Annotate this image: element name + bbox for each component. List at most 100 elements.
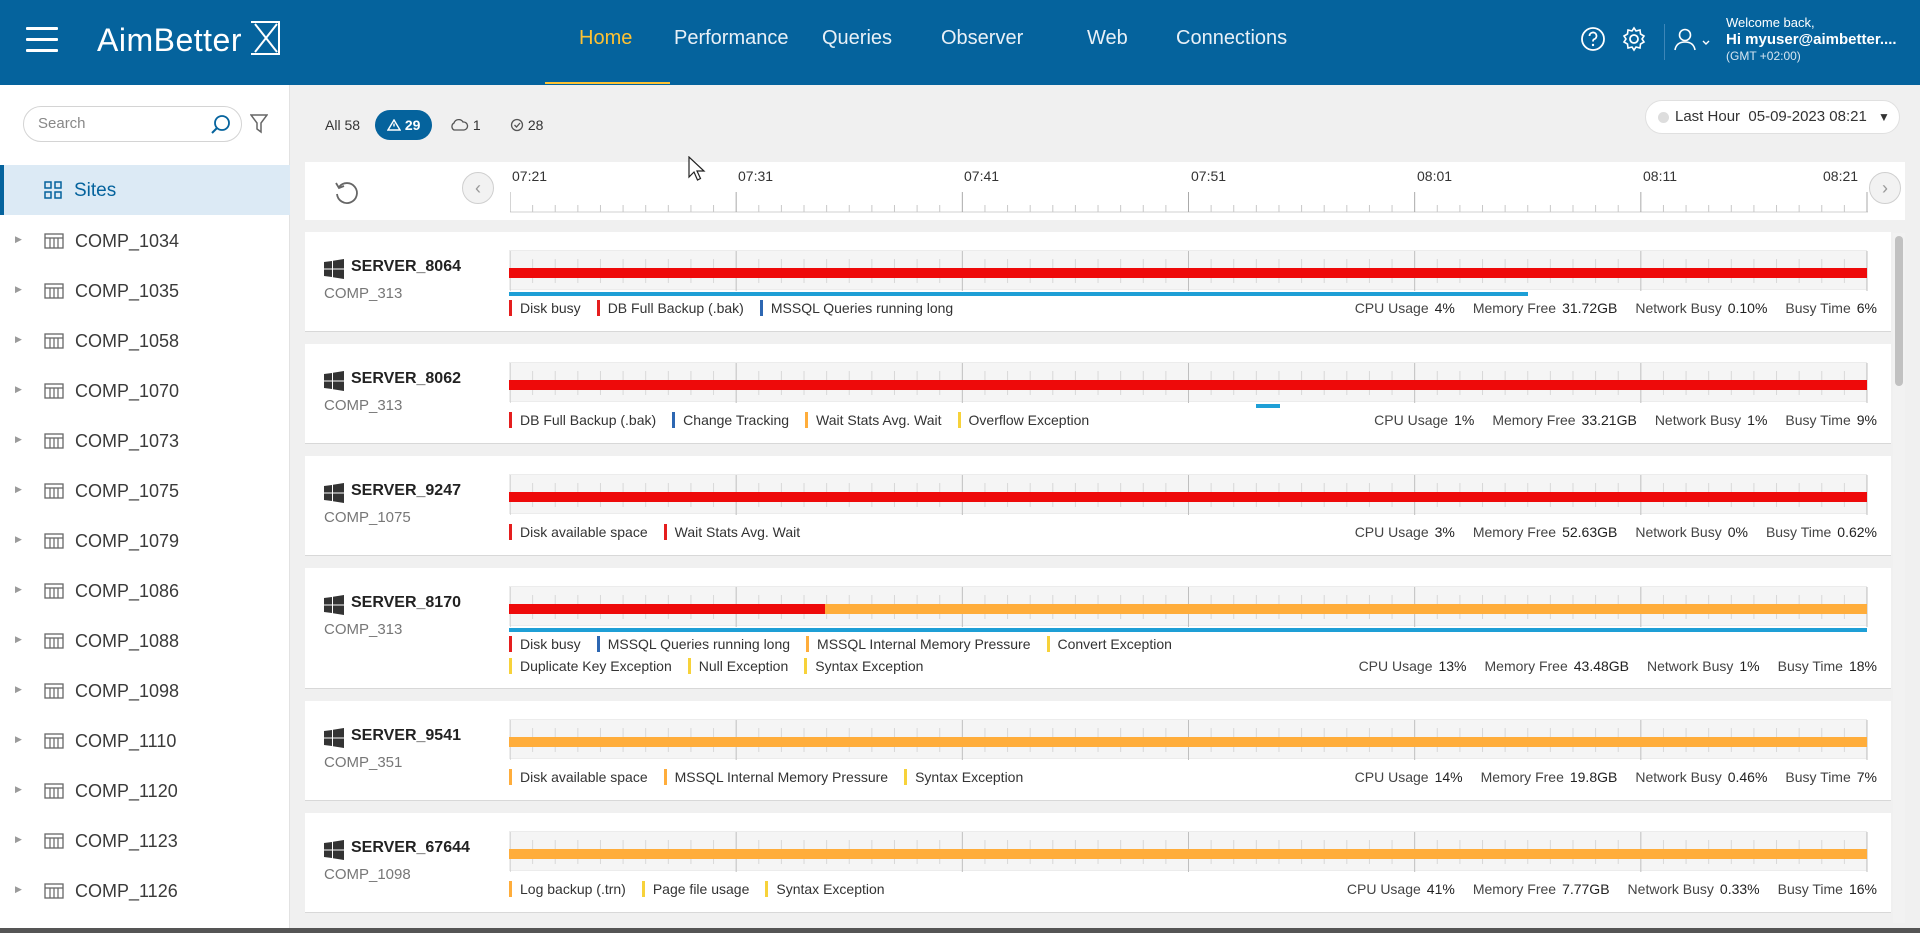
expand-arrow-icon[interactable]: ▶ (15, 784, 22, 795)
help-icon[interactable] (1580, 26, 1606, 52)
sidebar-item-company[interactable]: ▶ COMP_1073 (0, 416, 290, 466)
activity-bar-segment[interactable] (1255, 404, 1281, 408)
expand-arrow-icon[interactable]: ▶ (15, 384, 22, 395)
nav-web[interactable]: Web (1087, 27, 1128, 50)
nav-queries[interactable]: Queries (822, 27, 892, 50)
server-company: COMP_313 (324, 285, 403, 302)
filter-alerts[interactable]: 29 (375, 110, 433, 140)
alert-tag[interactable]: Overflow Exception (957, 412, 1089, 428)
filter-cloud[interactable]: 1 (449, 110, 481, 140)
server-card[interactable]: SERVER_67644 COMP_1098 Log backup (.trn) Pa… (305, 813, 1891, 913)
sidebar-item-company[interactable]: ▶ COMP_1123 (0, 816, 290, 866)
alert-tag[interactable]: DB Full Backup (.bak) (596, 300, 744, 316)
sidebar-item-company[interactable]: ▶ COMP_1058 (0, 316, 290, 366)
expand-arrow-icon[interactable]: ▶ (15, 434, 22, 445)
server-name[interactable]: SERVER_8064 (351, 258, 461, 276)
server-card[interactable]: SERVER_8064 COMP_313 Disk busy DB Full Back… (305, 232, 1891, 332)
expand-arrow-icon[interactable]: ▶ (15, 284, 22, 295)
expand-arrow-icon[interactable]: ▶ (15, 334, 22, 345)
expand-arrow-icon[interactable]: ▶ (15, 534, 22, 545)
scrollbar-thumb[interactable] (1895, 236, 1903, 386)
status-bar-segment[interactable] (509, 737, 1867, 747)
sidebar-item-company[interactable]: ▶ COMP_1098 (0, 666, 290, 716)
server-name[interactable]: SERVER_9247 (351, 482, 461, 500)
expand-arrow-icon[interactable]: ▶ (15, 584, 22, 595)
user-greeting[interactable]: Welcome back, Hi myuser@aimbetter.... (G… (1726, 14, 1897, 65)
server-card[interactable]: SERVER_9247 COMP_1075 Disk available space… (305, 456, 1891, 556)
server-name[interactable]: SERVER_8170 (351, 594, 461, 612)
nav-home[interactable]: Home (579, 27, 632, 50)
user-icon[interactable] (1672, 26, 1712, 52)
alert-tag[interactable]: Disk available space (509, 524, 648, 540)
nav-connections[interactable]: Connections (1176, 27, 1287, 50)
expand-arrow-icon[interactable]: ▶ (15, 734, 22, 745)
server-card[interactable]: SERVER_8170 COMP_313 Disk busy MSSQL Querie… (305, 568, 1891, 689)
sidebar-item-company[interactable]: ▶ COMP_1075 (0, 466, 290, 516)
alert-tag[interactable]: Wait Stats Avg. Wait (663, 524, 800, 540)
filter-ok[interactable]: 28 (510, 110, 543, 140)
alert-tag[interactable]: MSSQL Internal Memory Pressure (663, 769, 888, 785)
status-bar-segment[interactable] (509, 268, 1867, 278)
alert-tag[interactable]: Syntax Exception (804, 658, 923, 674)
activity-bar-segment[interactable] (509, 292, 1528, 296)
settings-icon[interactable] (1621, 26, 1647, 52)
status-bar-segment[interactable] (509, 604, 826, 614)
menu-icon[interactable] (26, 27, 58, 53)
filter-icon[interactable] (250, 114, 268, 134)
sidebar-item-company[interactable]: ▶ COMP_1070 (0, 366, 290, 416)
sidebar-item-company[interactable]: ▶ COMP_1034 (0, 216, 290, 266)
server-name[interactable]: SERVER_9541 (351, 727, 461, 745)
sidebar-item-company[interactable]: ▶ COMP_1126 (0, 866, 290, 916)
expand-arrow-icon[interactable]: ▶ (15, 684, 22, 695)
expand-arrow-icon[interactable]: ▶ (15, 234, 22, 245)
alert-tag[interactable]: Disk busy (509, 636, 581, 652)
timeline-prev-button[interactable]: ‹ (462, 172, 494, 204)
timeline-next-button[interactable]: › (1869, 172, 1901, 204)
server-card[interactable]: SERVER_9541 COMP_351 Disk available space M… (305, 701, 1891, 801)
alert-tag[interactable]: MSSQL Internal Memory Pressure (806, 636, 1031, 652)
alert-tag[interactable]: Wait Stats Avg. Wait (805, 412, 942, 428)
sidebar-item-company[interactable]: ▶ COMP_1035 (0, 266, 290, 316)
time-range-selector[interactable]: Last Hour 05-09-2023 08:21 ▼ (1645, 100, 1900, 134)
alert-tag[interactable]: Change Tracking (672, 412, 789, 428)
expand-arrow-icon[interactable]: ▶ (15, 884, 22, 895)
status-bar-segment[interactable] (825, 604, 1867, 614)
nav-performance[interactable]: Performance (674, 27, 789, 50)
status-bar-segment[interactable] (509, 849, 1867, 859)
search-input[interactable] (38, 115, 198, 132)
server-name[interactable]: SERVER_67644 (351, 839, 470, 857)
server-name[interactable]: SERVER_8062 (351, 370, 461, 388)
nav-observer[interactable]: Observer (941, 27, 1023, 50)
alert-tag[interactable]: MSSQL Queries running long (596, 636, 790, 652)
sidebar-item-company[interactable]: ▶ COMP_1088 (0, 616, 290, 666)
sidebar-item-company[interactable]: ▶ COMP_1110 (0, 716, 290, 766)
sidebar-item-sites[interactable]: Sites (0, 165, 290, 215)
sidebar-item-company[interactable]: ▶ COMP_1079 (0, 516, 290, 566)
alert-tag[interactable]: Disk busy (509, 300, 581, 316)
expand-arrow-icon[interactable]: ▶ (15, 634, 22, 645)
alert-tag[interactable]: Disk available space (509, 769, 648, 785)
alert-tag[interactable]: Null Exception (687, 658, 788, 674)
sidebar-item-company[interactable]: ▶ COMP_1086 (0, 566, 290, 616)
search-icon[interactable] (210, 114, 232, 136)
alert-tag[interactable]: Syntax Exception (765, 881, 885, 897)
refresh-icon[interactable] (333, 178, 361, 206)
timeline-axis[interactable]: 07:21 07:31 07:41 07:51 08:01 08:11 08:21 (510, 162, 1868, 220)
alert-tag[interactable]: Convert Exception (1046, 636, 1172, 652)
activity-bar-segment[interactable] (509, 628, 1867, 632)
brand-logo[interactable]: AimBetter (97, 21, 280, 59)
status-bar-segment[interactable] (509, 380, 1867, 390)
alert-tag[interactable]: Log backup (.trn) (509, 881, 626, 897)
alert-tag[interactable]: MSSQL Queries running long (759, 300, 953, 316)
alert-tag[interactable]: Duplicate Key Exception (509, 658, 672, 674)
server-card[interactable]: SERVER_8062 COMP_313 DB Full Backup (.bak)… (305, 344, 1891, 444)
expand-arrow-icon[interactable]: ▶ (15, 834, 22, 845)
alert-tag[interactable]: DB Full Backup (.bak) (509, 412, 656, 428)
status-bar-segment[interactable] (509, 492, 1867, 502)
sidebar-item-company[interactable]: ▶ COMP_1120 (0, 766, 290, 816)
alert-tag[interactable]: Page file usage (641, 881, 749, 897)
windows-icon (324, 483, 344, 503)
expand-arrow-icon[interactable]: ▶ (15, 484, 22, 495)
filter-all[interactable]: All 58 (325, 110, 360, 140)
alert-tag[interactable]: Syntax Exception (904, 769, 1023, 785)
